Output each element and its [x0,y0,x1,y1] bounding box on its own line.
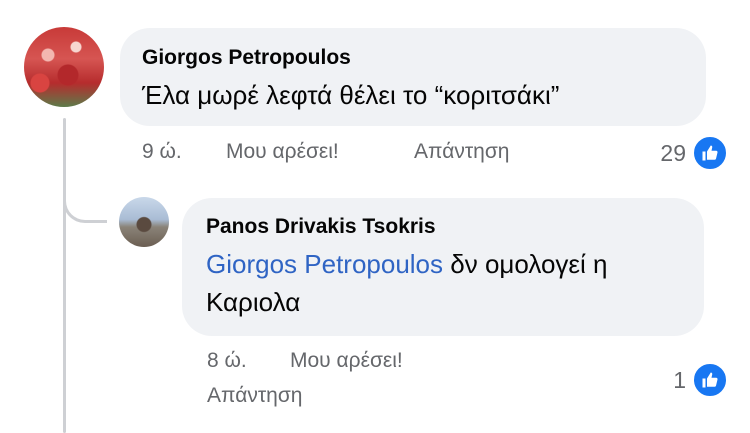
reply-bubble: Panos Drivakis Tsokris Giorgos Petropoul… [182,198,704,336]
reply-timestamp[interactable]: 8 ώ. [207,349,247,373]
avatar[interactable] [24,27,104,107]
like-button[interactable]: Μου αρέσει! [226,140,339,164]
comment-author-name[interactable]: Giorgos Petropoulos [142,44,684,72]
reply-like-button[interactable]: Μου αρέσει! [290,349,403,373]
reply-button[interactable]: Απάντηση [414,140,509,164]
thread-reply-connector [63,175,107,223]
thumbs-up-icon [692,135,728,171]
comment-thread: Giorgos Petropoulos Έλα μωρέ λεφτά θέλει… [0,0,750,433]
avatar[interactable] [119,197,169,247]
reply-author-name[interactable]: Panos Drivakis Tsokris [206,213,680,241]
reply-reply-button[interactable]: Απάντηση [207,384,302,408]
comment-text: Έλα μωρέ λεφτά θέλει το “κοριτσάκι” [142,80,560,110]
reaction-summary[interactable]: 29 [660,135,728,171]
thumbs-up-icon [692,362,728,398]
comment-timestamp[interactable]: 9 ώ. [142,140,182,164]
thread-line [63,118,66,433]
reaction-count: 1 [673,366,686,393]
comment-bubble: Giorgos Petropoulos Έλα μωρέ λεφτά θέλει… [120,28,706,126]
reply-text: Giorgos Petropoulos δν ομολογεί η Καριολ… [206,245,680,321]
mention-link[interactable]: Giorgos Petropoulos [206,249,443,279]
reply-reaction-summary[interactable]: 1 [673,362,728,398]
reaction-count: 29 [660,139,686,166]
